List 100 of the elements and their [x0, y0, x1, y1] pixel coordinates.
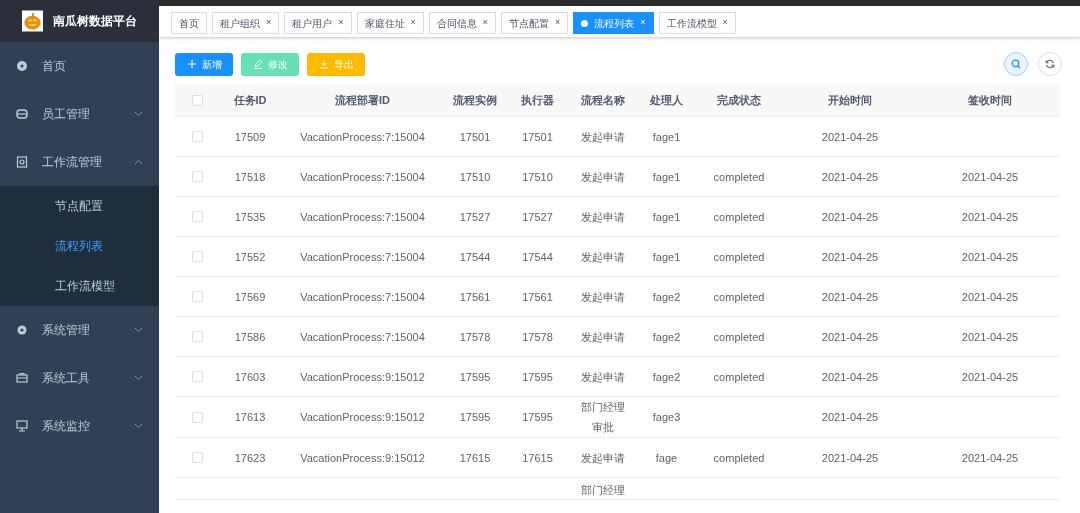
monitor-icon: [16, 420, 28, 432]
table-cell-text: fage2: [651, 289, 682, 305]
column-header: 完成状态: [716, 92, 762, 108]
table-cell-text: 2021-04-25: [820, 289, 880, 305]
refresh-icon: [1045, 59, 1055, 69]
table-cell-text: VacationProcess:9:15012: [299, 450, 426, 466]
table-cell-text: 2021-04-25: [960, 289, 1020, 305]
row-checkbox[interactable]: [192, 131, 203, 142]
table-cell-text: 2021-04-25: [960, 209, 1020, 225]
page-tab[interactable]: 节点配置 ×: [501, 12, 569, 34]
table-cell-text: 17615: [521, 450, 554, 466]
row-checkbox[interactable]: [192, 452, 203, 463]
table-cell-text: 2021-04-25: [960, 450, 1020, 466]
page-tab[interactable]: 租户组织 ×: [212, 12, 280, 34]
submenu-item[interactable]: 工作流模型: [0, 266, 159, 306]
table-cell-text: VacationProcess:9:15012: [299, 369, 426, 385]
tab-label: 流程列表: [594, 16, 635, 31]
table-cell-text: fage: [654, 450, 679, 466]
table-cell-text: VacationProcess:7:15004: [299, 249, 426, 265]
table-cell-text: completed: [712, 450, 766, 466]
page-tab[interactable]: 工作流模型 ×: [658, 12, 736, 34]
table-cell-text: VacationProcess:7:15004: [299, 129, 426, 145]
table-cell-text: 发起申请: [579, 289, 626, 305]
table-cell-text: 17613: [233, 410, 267, 425]
row-checkbox[interactable]: [192, 411, 203, 423]
table-cell-text: 17578: [521, 329, 554, 345]
table-cell-text: 17615: [458, 450, 492, 466]
table-cell-text: 2021-04-25: [960, 329, 1020, 345]
table-cell-text: 17561: [458, 289, 492, 305]
column-header: 流程部署ID: [334, 92, 391, 108]
table-cell-text: 2021-04-25: [820, 129, 880, 145]
download-icon: [318, 59, 329, 69]
tab-close-button[interactable]: ×: [722, 16, 728, 30]
table-cell-text: 2021-04-25: [820, 410, 880, 425]
table-cell-text: 发起申请: [579, 129, 626, 145]
submenu-item[interactable]: 流程列表: [0, 226, 159, 266]
sidebar-menu-item[interactable]: 员工管理: [0, 90, 159, 138]
table-cell-text: 发起申请: [579, 209, 626, 225]
select-all-checkbox[interactable]: [192, 94, 203, 106]
table-cell-text: 发起申请: [579, 249, 626, 265]
table-cell-text: 17595: [521, 369, 554, 385]
table-cell-text: completed: [712, 369, 766, 385]
page-tab[interactable]: 家庭住址 ×: [356, 12, 424, 34]
page-tab[interactable]: 租户用户 ×: [284, 12, 352, 34]
column-header: 任务ID: [232, 92, 268, 108]
sidebar-menu-item[interactable]: 首页: [0, 42, 159, 90]
row-checkbox[interactable]: [192, 211, 203, 222]
tab-label: 节点配置: [509, 16, 550, 31]
submenu-item[interactable]: 节点配置: [0, 186, 159, 226]
sidebar-menu-item[interactable]: 系统监控: [0, 402, 159, 450]
page-tab[interactable]: 首页: [171, 12, 207, 34]
table-cell-text: 2021-04-25: [820, 450, 880, 466]
tab-label: 工作流模型: [666, 16, 717, 31]
row-checkbox[interactable]: [192, 291, 203, 302]
tab-close-button[interactable]: ×: [410, 16, 416, 30]
column-header: 流程名称: [579, 92, 626, 108]
table-cell-text: 2021-04-25: [820, 369, 880, 385]
plus-icon: [186, 59, 197, 69]
row-checkbox[interactable]: [192, 171, 203, 182]
table-cell-text: 17544: [521, 249, 554, 265]
table-cell-text: 17586: [233, 329, 267, 345]
page-tab[interactable]: 合同信息 ×: [428, 12, 497, 34]
pumpkin-logo-icon: [22, 8, 43, 34]
tab-label: 租户组织: [220, 16, 260, 31]
column-header: 执行器: [520, 92, 555, 108]
table-cell-text: 17535: [233, 209, 267, 225]
row-checkbox[interactable]: [192, 371, 203, 382]
sidebar-menu-item[interactable]: 工作流管理: [0, 138, 159, 186]
table-cell-text: 17595: [521, 410, 554, 425]
tab-label: 家庭住址: [364, 16, 405, 31]
sidebar-menu-item[interactable]: 系统工具: [0, 354, 159, 402]
table-cell-text: 17544: [458, 249, 492, 265]
table-cell-text: 17527: [458, 209, 492, 225]
table-cell-text: fage1: [651, 249, 682, 265]
row-checkbox[interactable]: [192, 331, 203, 342]
table-cell-text: VacationProcess:7:15004: [299, 329, 426, 345]
table-cell-text: 发起申请: [579, 329, 626, 345]
refresh-button[interactable]: [1038, 52, 1062, 76]
table-cell-text: 2021-04-25: [960, 249, 1020, 265]
table-cell-text: completed: [712, 209, 766, 225]
tab-close-button[interactable]: ×: [555, 16, 561, 30]
table-cell-text: 17623: [233, 450, 267, 466]
search-button[interactable]: [1004, 52, 1028, 76]
sidebar-menu-item[interactable]: 系统管理: [0, 306, 159, 354]
table-cell-text: 部门经理: [579, 483, 626, 498]
table-cell-text: 2021-04-25: [960, 169, 1020, 185]
table-cell-text: completed: [712, 329, 766, 345]
pencil-icon: [252, 59, 263, 69]
table-cell-text: 17518: [233, 169, 267, 185]
table-cell-text: completed: [712, 169, 766, 185]
gauge-icon: [16, 60, 28, 72]
tab-close-button[interactable]: ×: [338, 16, 344, 30]
table-cell-text: 17510: [458, 169, 492, 185]
tab-close-button[interactable]: ×: [266, 16, 272, 30]
tab-close-button[interactable]: ×: [482, 16, 489, 30]
tab-label: 租户用户: [292, 16, 333, 31]
row-checkbox[interactable]: [192, 251, 203, 262]
table-cell-text: 17595: [458, 410, 492, 425]
table-cell-text: fage1: [651, 209, 682, 225]
table-cell-text: 17603: [233, 369, 267, 385]
